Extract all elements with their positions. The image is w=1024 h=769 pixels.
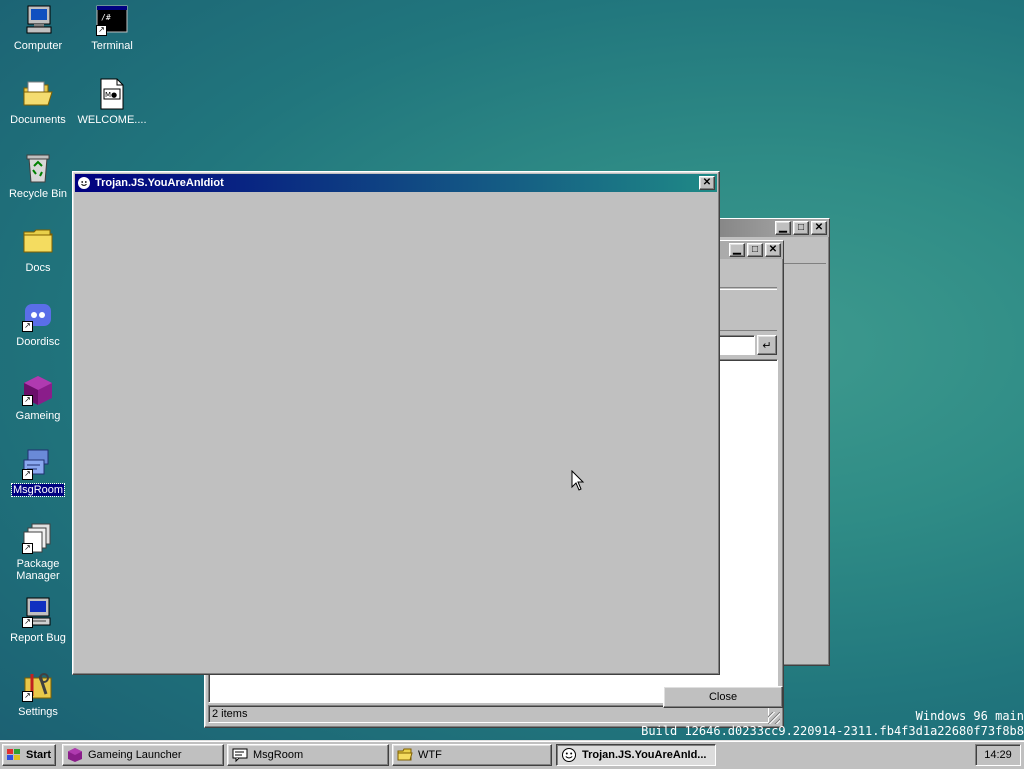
desktop-icon-welcome[interactable]: M● WELCOME.... (76, 78, 148, 126)
desktop-icon-gameing[interactable]: ↗ Gameing (2, 374, 74, 422)
clock-time: 14:29 (984, 749, 1012, 761)
close-popup-label: Close (708, 691, 738, 703)
desktop-icon-documents[interactable]: Documents (2, 78, 74, 126)
taskbar: Start Gameing Launcher MsgRoom WTF Troja… (0, 740, 1024, 769)
chat-icon: ↗ (22, 448, 54, 480)
taskbar-item-gameing-launcher[interactable]: Gameing Launcher (62, 744, 224, 766)
shortcut-arrow-icon: ↗ (22, 691, 33, 702)
folder-icon (397, 747, 413, 763)
build-watermark: Windows 96 main Build 12646.d0233cc9.220… (641, 709, 1024, 739)
smiley-icon (561, 747, 577, 763)
svg-text:M●: M● (105, 91, 117, 99)
minimize-button[interactable]: ▁ (775, 221, 791, 235)
computer-icon (22, 4, 54, 36)
desktop-icon-doordisc[interactable]: ↗ Doordisc (2, 300, 74, 348)
trojan-titlebar[interactable]: Trojan.JS.YouAreAnIdiot ✕ (75, 174, 717, 192)
maximize-button[interactable]: □ (747, 243, 763, 257)
trojan-window[interactable]: Trojan.JS.YouAreAnIdiot ✕ (72, 171, 720, 675)
computer-bug-icon: ↗ (22, 596, 54, 628)
shortcut-arrow-icon: ↗ (22, 321, 33, 332)
close-button[interactable]: ✕ (811, 221, 827, 235)
close-button[interactable]: ✕ (699, 176, 715, 190)
desktop-icon-terminal[interactable]: /# ↗ Terminal (76, 4, 148, 52)
trojan-window-title: Trojan.JS.YouAreAnIdiot (95, 177, 224, 189)
background-window-back-pane (781, 263, 826, 662)
smiley-icon (78, 177, 90, 189)
background-window-back-titlebar[interactable]: ▁ □ ✕ (701, 219, 829, 237)
start-label: Start (26, 749, 52, 761)
minimize-button[interactable]: ▁ (729, 243, 745, 257)
tools-icon: ↗ (22, 670, 54, 702)
cube-icon (67, 747, 83, 763)
address-go-button[interactable]: ↵ (757, 335, 777, 355)
svg-text:/#: /# (101, 13, 111, 22)
trojan-window-body (75, 194, 717, 672)
watermark-line-2: Build 12646.d0233cc9.220914-2311.fb4f3d1… (641, 724, 1024, 738)
mouse-cursor-icon (571, 469, 585, 492)
close-icon: ✕ (702, 177, 712, 188)
close-button[interactable]: ✕ (765, 243, 781, 257)
desktop-icon-report-bug[interactable]: ↗ Report Bug (2, 596, 74, 644)
start-button[interactable]: Start (2, 744, 56, 766)
enter-arrow-icon: ↵ (762, 339, 772, 352)
folder-icon (22, 226, 54, 258)
system-tray-clock[interactable]: 14:29 (975, 744, 1021, 766)
maximize-button[interactable]: □ (793, 221, 809, 235)
desktop-icon-settings[interactable]: ↗ Settings (2, 670, 74, 718)
recycle-bin-icon (22, 152, 54, 184)
shortcut-arrow-icon: ↗ (22, 617, 33, 628)
watermark-line-1: Windows 96 main (915, 709, 1024, 723)
desktop-icon-package-manager[interactable]: ↗ Package Manager (2, 522, 74, 582)
desktop-icon-recycle-bin[interactable]: Recycle Bin (2, 152, 74, 200)
discord-icon: ↗ (22, 300, 54, 332)
taskbar-item-msgroom[interactable]: MsgRoom (227, 744, 389, 766)
terminal-icon: /# ↗ (96, 4, 128, 36)
shortcut-arrow-icon: ↗ (22, 543, 33, 554)
shortcut-arrow-icon: ↗ (22, 469, 33, 480)
close-popup[interactable]: Close (663, 686, 783, 708)
desktop-icon-computer[interactable]: Computer (2, 4, 74, 52)
desktop-icon-msgroom[interactable]: ↗ MsgRoom (2, 448, 74, 497)
cube-icon: ↗ (22, 374, 54, 406)
open-folder-icon (22, 78, 54, 110)
windows-logo-icon (6, 748, 22, 762)
taskbar-item-trojan[interactable]: Trojan.JS.YouAreAnId... (556, 744, 716, 766)
shortcut-arrow-icon: ↗ (96, 25, 107, 36)
taskbar-item-wtf[interactable]: WTF (392, 744, 552, 766)
chat-icon (232, 747, 248, 763)
shortcut-arrow-icon: ↗ (22, 395, 33, 406)
desktop-icon-docs[interactable]: Docs (2, 226, 74, 274)
markdown-file-icon: M● (96, 78, 128, 110)
package-icon: ↗ (22, 522, 54, 554)
